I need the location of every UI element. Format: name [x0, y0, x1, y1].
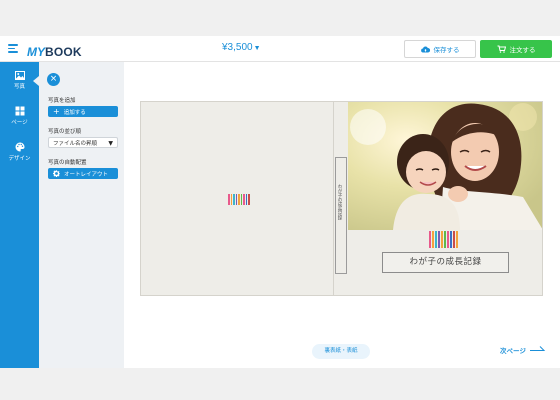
photo-panel: × 写真を追加 + 追加する 写真の並び順 ファイル名の昇順 ▼ 写真の自動配置… [39, 62, 124, 368]
window-bottom-strip [0, 368, 560, 400]
gear-icon [53, 170, 60, 177]
sidebar-item-design[interactable]: デザイン [0, 142, 39, 162]
logo-my-text: MY [27, 45, 45, 59]
order-label: 注文する [509, 46, 536, 54]
price-dropdown[interactable]: ¥3,500▼ [222, 42, 261, 53]
close-icon[interactable]: × [47, 73, 60, 86]
arrow-right-icon[interactable] [530, 344, 546, 352]
chevron-down-icon: ▼ [108, 140, 113, 147]
auto-layout-label: 写真の自動配置 [48, 160, 87, 166]
spine-title: わが子の成長記録 [337, 184, 342, 220]
cover-title[interactable]: わが子の成長記録 [382, 252, 509, 273]
sort-select[interactable]: ファイル名の昇順 ▼ [48, 137, 118, 148]
next-page-link[interactable]: 次ページ [500, 345, 526, 355]
cloud-upload-icon [420, 46, 430, 53]
page-indicator-pill: 裏表紙・表紙 [312, 344, 370, 359]
auto-layout-button-label: オートレイアウト [64, 171, 109, 178]
auto-layout-button[interactable]: オートレイアウト [48, 168, 118, 179]
sort-label: 写真の並び順 [48, 129, 82, 135]
cover-photo-mother-and-child[interactable] [348, 102, 543, 230]
sidebar-item-pages[interactable]: ページ [0, 106, 39, 126]
plus-icon: + [53, 106, 60, 116]
sort-value: ファイル名の昇順 [53, 140, 98, 147]
front-cover[interactable]: わが子の成長記録 [348, 101, 543, 296]
add-photo-button[interactable]: + 追加する [48, 106, 118, 117]
logo-book-text: BOOK [45, 45, 82, 59]
order-button[interactable]: 注文する [480, 40, 552, 58]
add-photo-label: 写真を追加 [48, 98, 76, 104]
price-value: ¥3,500 [222, 42, 253, 53]
top-header: MYBOOK ¥3,500▼ 保存する 注文する [0, 36, 560, 62]
save-button[interactable]: 保存する [404, 40, 476, 58]
left-sidebar: 写真 ページ デザイン [0, 62, 39, 368]
add-photo-button-label: 追加する [63, 109, 86, 116]
grid-icon [15, 106, 24, 116]
palette-icon [15, 142, 24, 152]
sidebar-item-label: デザイン [8, 156, 31, 162]
save-label: 保存する [433, 46, 460, 54]
back-cover[interactable] [140, 101, 334, 296]
sidebar-item-label: ページ [11, 120, 28, 126]
book-spine[interactable]: わが子の成長記録 [334, 101, 348, 296]
cart-icon [497, 45, 506, 53]
window-top-strip [0, 0, 560, 36]
front-cover-color-bars [429, 231, 459, 248]
hamburger-menu-icon[interactable] [8, 44, 18, 53]
back-cover-color-bars [228, 194, 251, 205]
chevron-down-icon: ▼ [253, 45, 261, 52]
image-icon [14, 71, 25, 80]
mybook-logo[interactable]: MYBOOK [27, 41, 82, 59]
sidebar-item-label: 写真 [13, 84, 25, 90]
